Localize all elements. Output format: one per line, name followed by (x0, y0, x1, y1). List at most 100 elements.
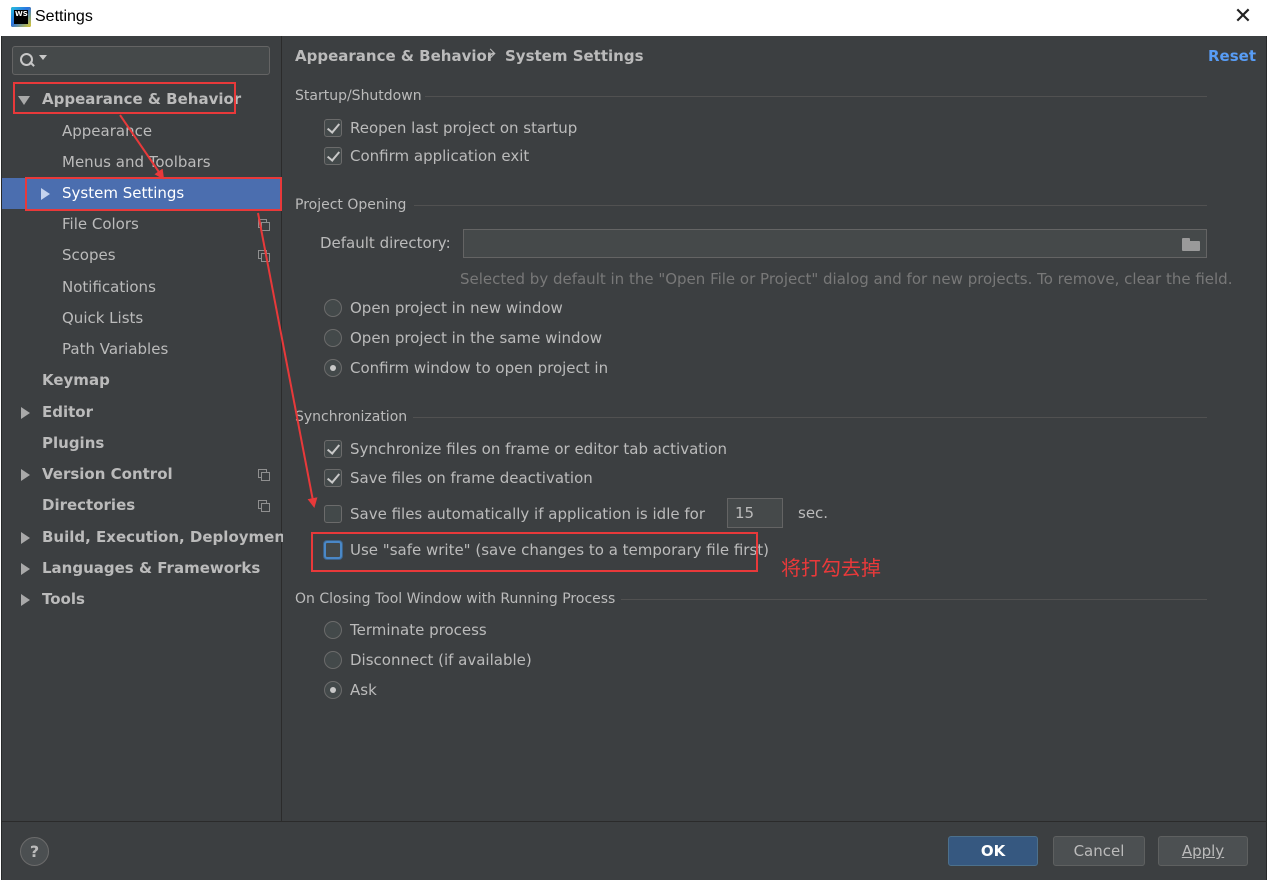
settings-panel: Appearance & Behavior System Settings Re… (283, 36, 1266, 821)
settings-sidebar: Appearance & Behavior Appearance Menus and… (2, 36, 292, 821)
apply-button[interactable]: Apply (1158, 836, 1248, 866)
folder-icon[interactable] (1182, 238, 1200, 251)
section-title-on-closing: On Closing Tool Window with Running Proc… (295, 591, 616, 607)
save-automatically-label[interactable]: Save files automatically if application … (350, 504, 705, 524)
save-automatically-checkbox[interactable] (324, 505, 342, 523)
dialog-footer: ? OK Cancel Apply (2, 821, 1266, 879)
sidebar-item[interactable]: Keymap (2, 365, 281, 396)
breadcrumb-parent: Appearance & Behavior (295, 47, 495, 65)
default-directory-label: Default directory: (320, 234, 451, 252)
sidebar-item-label: Version Control (42, 465, 173, 483)
sidebar-item-label: Languages & Frameworks (42, 559, 261, 577)
title-bar: WS Settings ✕ (0, 0, 1268, 36)
expand-right-icon[interactable] (21, 407, 30, 419)
chevron-down-icon[interactable] (39, 55, 47, 60)
sidebar-item[interactable]: Notifications (2, 272, 281, 303)
on-closing-radio-label[interactable]: Disconnect (if available) (350, 650, 532, 670)
project-scope-icon (258, 500, 270, 512)
annotation-highlight-system-settings (25, 177, 282, 211)
apply-button-label: Apply (1181, 842, 1225, 860)
sidebar-item-label: Directories (42, 496, 136, 514)
sidebar-item-label: Quick Lists (62, 309, 144, 327)
sidebar-item[interactable]: Languages & Frameworks (2, 553, 281, 584)
reopen-last-project-checkbox[interactable] (324, 119, 342, 137)
expand-right-icon[interactable] (21, 563, 30, 575)
open-project-radio-label[interactable]: Open project in new window (350, 298, 563, 318)
open-project-radio[interactable] (324, 329, 342, 347)
expand-right-icon[interactable] (21, 532, 30, 544)
expand-right-icon[interactable] (21, 594, 30, 606)
save-on-deactivation-checkbox[interactable] (324, 469, 342, 487)
sidebar-item[interactable]: Editor (2, 397, 281, 428)
settings-window: Appearance & Behavior Appearance Menus and… (1, 36, 1267, 880)
sidebar-item-label: Plugins (42, 434, 105, 452)
sidebar-item-label: Appearance (62, 122, 153, 140)
confirm-exit-checkbox[interactable] (324, 147, 342, 165)
project-scope-icon (258, 250, 270, 262)
project-scope-icon (258, 469, 270, 481)
sidebar-item-label: Keymap (42, 371, 110, 389)
section-divider (413, 417, 1207, 418)
sidebar-item[interactable]: Path Variables (2, 334, 281, 365)
on-closing-radio-label[interactable]: Ask (350, 680, 377, 700)
help-button[interactable]: ? (20, 837, 49, 866)
open-project-radio[interactable] (324, 359, 342, 377)
open-project-radio-label[interactable]: Confirm window to open project in (350, 358, 608, 378)
cancel-button[interactable]: Cancel (1053, 836, 1145, 866)
idle-seconds-input[interactable]: 15 (727, 498, 783, 528)
default-directory-hint: Selected by default in the "Open File or… (460, 270, 1233, 288)
on-closing-radio[interactable] (324, 621, 342, 639)
sidebar-item[interactable]: Scopes (2, 240, 281, 271)
sidebar-item[interactable]: File Colors (2, 209, 281, 240)
sidebar-item[interactable]: Quick Lists (2, 303, 281, 334)
save-on-deactivation-label[interactable]: Save files on frame deactivation (350, 468, 593, 488)
section-title-project-opening: Project Opening (295, 197, 407, 213)
sidebar-item[interactable]: Appearance (2, 116, 281, 147)
search-input[interactable] (12, 46, 270, 75)
sync-files-label[interactable]: Synchronize files on frame or editor tab… (350, 439, 727, 459)
sidebar-item-label: Tools (42, 590, 85, 608)
open-project-radio[interactable] (324, 299, 342, 317)
section-divider (425, 96, 1207, 97)
breadcrumb-current: System Settings (505, 47, 644, 65)
expand-right-icon[interactable] (21, 469, 30, 481)
sidebar-item[interactable]: Directories (2, 490, 281, 521)
app-icon-text: WS (14, 10, 28, 24)
sync-files-checkbox[interactable] (324, 440, 342, 458)
default-directory-field[interactable] (463, 229, 1207, 258)
annotation-highlight-appearance-behavior (13, 82, 236, 114)
sidebar-item[interactable]: Menus and Toolbars (2, 147, 281, 178)
on-closing-radio-label[interactable]: Terminate process (350, 620, 487, 640)
sidebar-item-label: Notifications (62, 278, 156, 296)
section-title-startup: Startup/Shutdown (295, 88, 422, 104)
reset-link[interactable]: Reset (1208, 47, 1256, 65)
open-project-radio-label[interactable]: Open project in the same window (350, 328, 602, 348)
sidebar-item-label: Build, Execution, Deployment (42, 528, 293, 546)
sidebar-item-label: Path Variables (62, 340, 169, 358)
sidebar-item[interactable]: Plugins (2, 428, 281, 459)
sidebar-item-label: Editor (42, 403, 93, 421)
project-scope-icon (258, 219, 270, 231)
sidebar-item[interactable]: Build, Execution, Deployment (2, 522, 292, 553)
sidebar-item[interactable]: Version Control (2, 459, 281, 490)
section-divider (621, 599, 1207, 600)
sidebar-item-label: Menus and Toolbars (62, 153, 211, 171)
window-title: Settings (35, 8, 93, 25)
sidebar-item-label: Scopes (62, 246, 116, 264)
seconds-unit-label: sec. (798, 504, 829, 522)
app-icon: WS (11, 7, 31, 27)
on-closing-radio[interactable] (324, 651, 342, 669)
confirm-exit-label[interactable]: Confirm application exit (350, 146, 529, 166)
on-closing-radio[interactable] (324, 681, 342, 699)
annotation-note: 将打勾去掉 (781, 556, 881, 580)
sidebar-item-label: File Colors (62, 215, 139, 233)
annotation-highlight-safe-write (311, 532, 758, 572)
ok-button[interactable]: OK (948, 836, 1038, 866)
sidebar-item[interactable]: Tools (2, 584, 281, 615)
search-icon[interactable] (19, 51, 39, 71)
reopen-last-project-label[interactable]: Reopen last project on startup (350, 118, 577, 138)
chevron-right-icon (487, 48, 495, 56)
close-icon[interactable]: ✕ (1232, 6, 1254, 28)
section-divider (414, 205, 1207, 206)
section-title-synchronization: Synchronization (295, 409, 408, 425)
